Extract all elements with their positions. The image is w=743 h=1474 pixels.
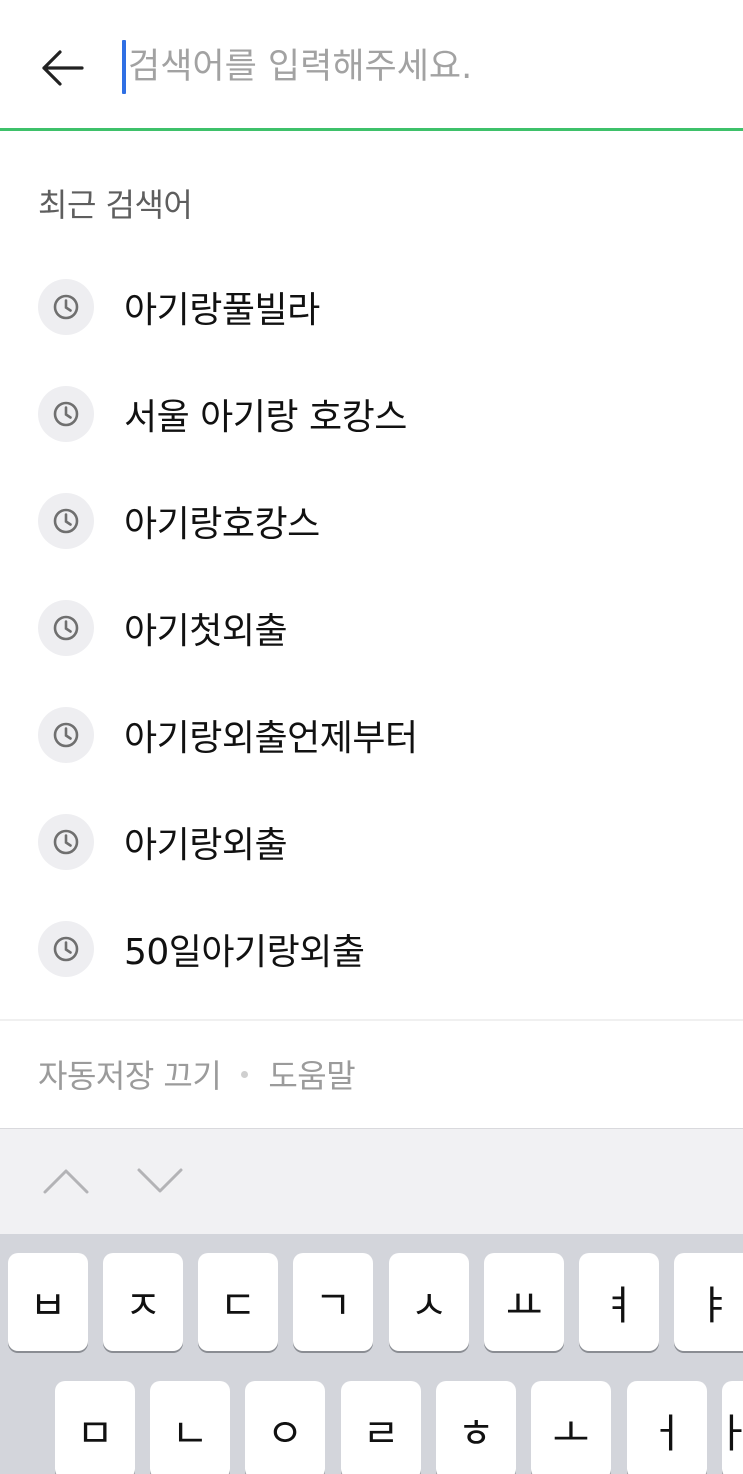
recent-search-label: 아기랑외출 <box>124 824 288 866</box>
clock-icon <box>38 385 94 442</box>
recent-search-item[interactable]: 서울 아기랑 호캉스 <box>0 360 743 467</box>
recent-search-label: 아기첫외출 <box>124 610 288 652</box>
key[interactable]: ㅛ <box>484 1253 564 1351</box>
help-link[interactable]: 도움말 <box>268 1051 355 1097</box>
clock-icon <box>38 599 94 656</box>
arrow-left-icon <box>42 50 84 86</box>
text-caret <box>122 40 126 94</box>
recent-search-item[interactable]: 아기랑호캉스 <box>0 467 743 574</box>
keyboard-accessory-bar <box>0 1128 743 1234</box>
separator-dot <box>241 1070 249 1078</box>
recent-search-list: 아기랑풀빌라 서울 아기랑 호캉스 아기랑호캉스 아기첫외출 아기랑외출언제부터… <box>0 253 743 1002</box>
clock-icon <box>38 920 94 977</box>
recent-search-label: 아기랑풀빌라 <box>124 289 320 331</box>
key[interactable]: ㅓ <box>627 1381 707 1474</box>
footer-divider <box>0 1019 743 1021</box>
key[interactable]: ㄹ <box>341 1381 421 1474</box>
search-header <box>0 0 743 130</box>
recent-search-item[interactable]: 아기랑풀빌라 <box>0 253 743 360</box>
recent-search-item[interactable]: 50일아기랑외출 <box>0 895 743 1002</box>
key[interactable]: ㄱ <box>293 1253 373 1351</box>
clock-icon <box>38 706 94 763</box>
key[interactable]: ㅈ <box>103 1253 183 1351</box>
search-field[interactable] <box>122 36 712 98</box>
recent-searches-title: 최근 검색어 <box>38 186 193 224</box>
autosave-off-button[interactable]: 자동저장 끄기 <box>38 1051 222 1097</box>
recent-search-label: 50일아기랑외출 <box>124 931 365 973</box>
chevron-down-icon <box>137 1168 183 1193</box>
key[interactable]: ㅑ <box>674 1253 743 1351</box>
search-input[interactable] <box>122 36 712 98</box>
recent-search-label: 아기랑외출언제부터 <box>124 717 418 759</box>
clock-icon <box>38 492 94 549</box>
next-field-button[interactable] <box>133 1159 187 1203</box>
recent-search-label: 서울 아기랑 호캉스 <box>124 396 407 438</box>
back-button[interactable] <box>30 38 94 98</box>
clock-icon <box>38 813 94 870</box>
recent-search-label: 아기랑호캉스 <box>124 503 320 545</box>
recent-footer: 자동저장 끄기 도움말 <box>38 1050 356 1098</box>
key[interactable]: ㄷ <box>198 1253 278 1351</box>
recent-search-item[interactable]: 아기랑외출 <box>0 788 743 895</box>
korean-keyboard: ㅂ ㅈ ㄷ ㄱ ㅅ ㅛ ㅕ ㅑ ㅁ ㄴ ㅇ ㄹ ㅎ ㅗ ㅓ ㅏ <box>0 1234 743 1474</box>
search-underline <box>0 128 743 131</box>
key[interactable]: ㅏ <box>714 1381 743 1474</box>
previous-field-button[interactable] <box>39 1159 93 1203</box>
key[interactable]: ㄴ <box>150 1381 230 1474</box>
key[interactable]: ㅎ <box>436 1381 516 1474</box>
key[interactable]: ㅁ <box>55 1381 135 1474</box>
key[interactable]: ㅕ <box>579 1253 659 1351</box>
chevron-up-icon <box>43 1169 89 1194</box>
key[interactable]: ㅗ <box>531 1381 611 1474</box>
key[interactable]: ㅅ <box>389 1253 469 1351</box>
recent-search-item[interactable]: 아기첫외출 <box>0 574 743 681</box>
recent-search-item[interactable]: 아기랑외출언제부터 <box>0 681 743 788</box>
key[interactable]: ㅇ <box>245 1381 325 1474</box>
clock-icon <box>38 278 94 335</box>
key[interactable]: ㅂ <box>8 1253 88 1351</box>
